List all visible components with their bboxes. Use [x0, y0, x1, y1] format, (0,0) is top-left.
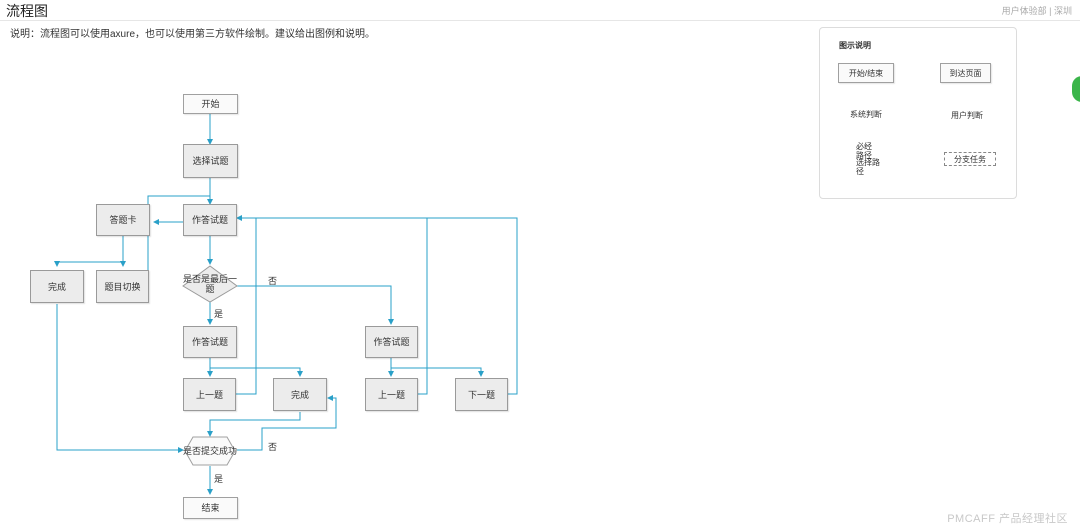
node-select-question: 选择试题	[183, 144, 238, 178]
legend-user-decision: 用户判断	[951, 110, 983, 120]
label-yes-2: 是	[214, 474, 224, 484]
node-is-last: 是否是最后一题	[182, 274, 237, 294]
node-switch-question: 题目切换	[96, 270, 149, 303]
watermark-text: PMCAFF 产品经理社区	[947, 513, 1068, 525]
node-submit-success: 是否提交成功	[183, 446, 238, 456]
legend-optional-path: 选择路径	[856, 158, 880, 176]
node-answer-question-2: 作答试题	[183, 326, 237, 358]
node-complete-mid: 完成	[273, 378, 327, 411]
edge-completemid-submit	[207, 412, 301, 437]
legend-system-decision: 系统判断	[850, 109, 882, 119]
legend-title: 图示说明	[839, 41, 871, 50]
node-answer-question-3: 作答试题	[365, 326, 418, 358]
edge-islast-no	[237, 285, 394, 325]
label-yes-1: 是	[214, 309, 224, 319]
node-next: 下一题	[455, 378, 508, 411]
node-start: 开始	[183, 94, 238, 114]
legend-reach-page: 到达页面	[940, 63, 991, 83]
edge-answer2-complete	[210, 367, 303, 377]
label-no-1: 否	[268, 276, 278, 286]
node-prev-2: 上一题	[365, 378, 418, 411]
edge-complete-submit	[56, 304, 184, 453]
node-complete-left: 完成	[30, 270, 84, 303]
node-answer-question: 作答试题	[183, 204, 237, 236]
label-no-2: 否	[268, 442, 278, 452]
node-prev-1: 上一题	[183, 378, 236, 411]
node-end: 结束	[183, 497, 238, 519]
edge-card-complete	[54, 261, 123, 267]
legend-start-end: 开始/结束	[838, 63, 894, 83]
legend-branch-task: 分支任务	[944, 152, 996, 166]
side-badge-icon[interactable]	[1072, 76, 1080, 102]
edge-answer3-next	[391, 367, 484, 377]
node-answer-card: 答题卡	[96, 204, 150, 236]
